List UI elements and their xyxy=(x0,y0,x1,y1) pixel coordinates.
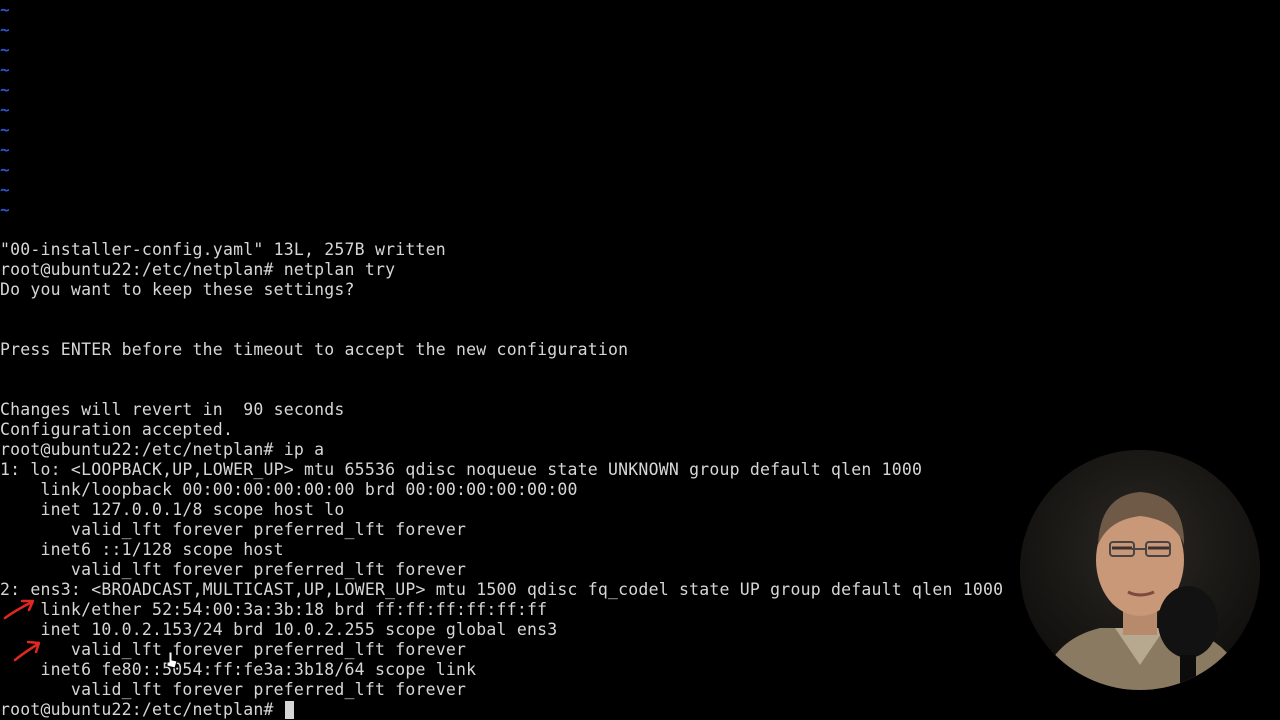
terminal-line: inet 127.0.0.1/8 scope host lo xyxy=(0,500,345,519)
terminal-line: valid_lft forever preferred_lft forever xyxy=(0,680,467,699)
terminal-line: valid_lft forever preferred_lft forever xyxy=(0,640,467,659)
vim-tilde-marker: ~ xyxy=(0,120,10,139)
mouse-pointer-icon xyxy=(166,651,178,669)
terminal-line: 2: ens3: <BROADCAST,MULTICAST,UP,LOWER_U… xyxy=(0,580,1004,599)
terminal-line: inet6 fe80::5054:ff:fe3a:3b18/64 scope l… xyxy=(0,660,477,679)
terminal-line: inet6 ::1/128 scope host xyxy=(0,540,284,559)
vim-tilde-marker: ~ xyxy=(0,140,10,159)
vim-tilde-marker: ~ xyxy=(0,200,10,219)
vim-tilde-marker: ~ xyxy=(0,80,10,99)
terminal-line: inet 10.0.2.153/24 brd 10.0.2.255 scope … xyxy=(0,620,558,639)
terminal-line: Changes will revert in 90 seconds xyxy=(0,400,345,419)
annotation-arrow-icon xyxy=(13,640,41,662)
presenter-webcam xyxy=(1020,450,1260,690)
terminal-line: link/ether 52:54:00:3a:3b:18 brd ff:ff:f… xyxy=(0,600,548,619)
terminal-line: Configuration accepted. xyxy=(0,420,234,439)
vim-tilde-marker: ~ xyxy=(0,100,10,119)
vim-tilde-marker: ~ xyxy=(0,180,10,199)
vim-tilde-marker: ~ xyxy=(0,60,10,79)
terminal-cursor xyxy=(284,701,294,719)
terminal-line: valid_lft forever preferred_lft forever xyxy=(0,520,467,539)
terminal-line: root@ubuntu22:/etc/netplan# ip a xyxy=(0,440,325,459)
annotation-arrow-icon xyxy=(3,599,35,620)
presenter-image xyxy=(1020,450,1260,690)
terminal-line: root@ubuntu22:/etc/netplan# xyxy=(0,700,284,719)
terminal-line: 1: lo: <LOOPBACK,UP,LOWER_UP> mtu 65536 … xyxy=(0,460,923,479)
terminal-line: link/loopback 00:00:00:00:00:00 brd 00:0… xyxy=(0,480,578,499)
vim-tilde-marker: ~ xyxy=(0,40,10,59)
vim-tilde-marker: ~ xyxy=(0,0,10,19)
vim-tilde-marker: ~ xyxy=(0,20,10,39)
vim-tilde-marker: ~ xyxy=(0,160,10,179)
terminal-line: "00-installer-config.yaml" 13L, 257B wri… xyxy=(0,240,446,259)
terminal-line: Do you want to keep these settings? xyxy=(0,280,355,299)
terminal-line: Press ENTER before the timeout to accept… xyxy=(0,340,629,359)
terminal-line: valid_lft forever preferred_lft forever xyxy=(0,560,467,579)
terminal-line: root@ubuntu22:/etc/netplan# netplan try xyxy=(0,260,396,279)
